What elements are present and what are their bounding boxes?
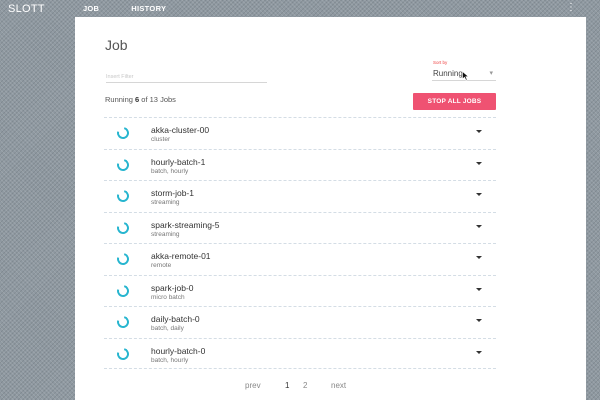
job-name: akka-cluster-00 — [151, 125, 210, 135]
pagination-prev[interactable]: prev — [245, 381, 261, 390]
filter-input[interactable] — [106, 71, 267, 83]
expand-caret-icon[interactable] — [476, 256, 482, 259]
chevron-down-icon: ▾ — [489, 70, 493, 77]
loading-spinner-icon — [114, 345, 132, 362]
expand-caret-icon[interactable] — [476, 193, 482, 196]
job-name: hourly-batch-0 — [151, 345, 206, 356]
job-row[interactable]: hourly-batch-1 batch, hourly — [104, 148, 496, 181]
job-row[interactable]: hourly-batch-0 batch, hourly — [104, 337, 496, 369]
summary-suffix: Jobs — [157, 95, 176, 104]
job-name: daily-batch-0 — [151, 314, 200, 324]
more-vert-icon[interactable]: ⋮ — [566, 3, 576, 13]
job-tags: micro batch — [151, 293, 185, 301]
sort-by-label: Sort by — [433, 60, 448, 65]
job-row[interactable]: akka-cluster-00 cluster — [104, 117, 496, 149]
pagination-page-1[interactable]: 1 — [285, 381, 289, 390]
job-row[interactable]: storm-job-1 streaming — [104, 180, 496, 212]
job-tags: streaming — [151, 230, 180, 238]
expand-caret-icon[interactable] — [476, 161, 482, 165]
top-app-bar: SLOTT JOB HISTORY ⋮ — [0, 0, 600, 17]
job-row[interactable]: spark-job-0 micro batch — [104, 274, 496, 307]
sort-selected-value: Running — [433, 69, 463, 78]
expand-caret-icon[interactable] — [476, 350, 482, 354]
job-tags: batch, daily — [151, 325, 184, 332]
job-name: akka-remote-01 — [151, 251, 211, 261]
loading-spinner-icon — [114, 156, 132, 173]
loading-spinner-icon — [114, 187, 132, 205]
loading-spinner-icon — [114, 124, 132, 142]
pagination: prev 1 2 next — [75, 381, 586, 393]
app-title: SLOTT — [8, 2, 45, 15]
running-summary: Running 6 of 13 Jobs — [105, 95, 176, 104]
job-tags: batch, hourly — [151, 167, 189, 175]
job-tags: remote — [151, 262, 172, 269]
mouse-pointer-icon — [462, 71, 470, 81]
stop-all-jobs-button[interactable]: STOP ALL JOBS — [413, 93, 496, 110]
job-list: akka-cluster-00 cluster hourly-batch-1 b… — [104, 117, 496, 369]
expand-caret-icon[interactable] — [476, 287, 482, 291]
main-nav: JOB HISTORY — [83, 4, 198, 13]
page-title: Job — [105, 37, 128, 53]
job-row[interactable]: spark-streaming-5 streaming — [104, 211, 496, 244]
expand-caret-icon[interactable] — [476, 224, 482, 228]
job-name: hourly-batch-1 — [151, 156, 206, 167]
pagination-page-2[interactable]: 2 — [303, 381, 307, 390]
job-name: spark-streaming-5 — [151, 219, 220, 230]
loading-spinner-icon — [114, 219, 132, 236]
summary-middle: of — [139, 95, 150, 104]
loading-spinner-icon — [114, 250, 132, 268]
nav-tab-history[interactable]: HISTORY — [131, 4, 166, 13]
expand-caret-icon[interactable] — [476, 319, 482, 322]
job-tags: cluster — [151, 136, 171, 143]
loading-spinner-icon — [114, 313, 132, 331]
job-tags: streaming — [151, 199, 180, 206]
job-row[interactable]: daily-batch-0 batch, daily — [104, 306, 496, 338]
expand-caret-icon[interactable] — [476, 130, 482, 133]
total-count: 13 — [149, 95, 158, 104]
job-name: storm-job-1 — [151, 188, 194, 198]
pagination-next[interactable]: next — [331, 381, 346, 390]
job-row[interactable]: akka-remote-01 remote — [104, 243, 496, 275]
loading-spinner-icon — [114, 282, 132, 299]
summary-prefix: Running — [105, 95, 136, 104]
job-tags: batch, hourly — [151, 356, 189, 364]
job-panel: Job Sort by Running ▾ Running 6 of 13 Jo… — [75, 17, 586, 400]
job-name: spark-job-0 — [151, 282, 194, 293]
nav-tab-job[interactable]: JOB — [83, 4, 99, 13]
